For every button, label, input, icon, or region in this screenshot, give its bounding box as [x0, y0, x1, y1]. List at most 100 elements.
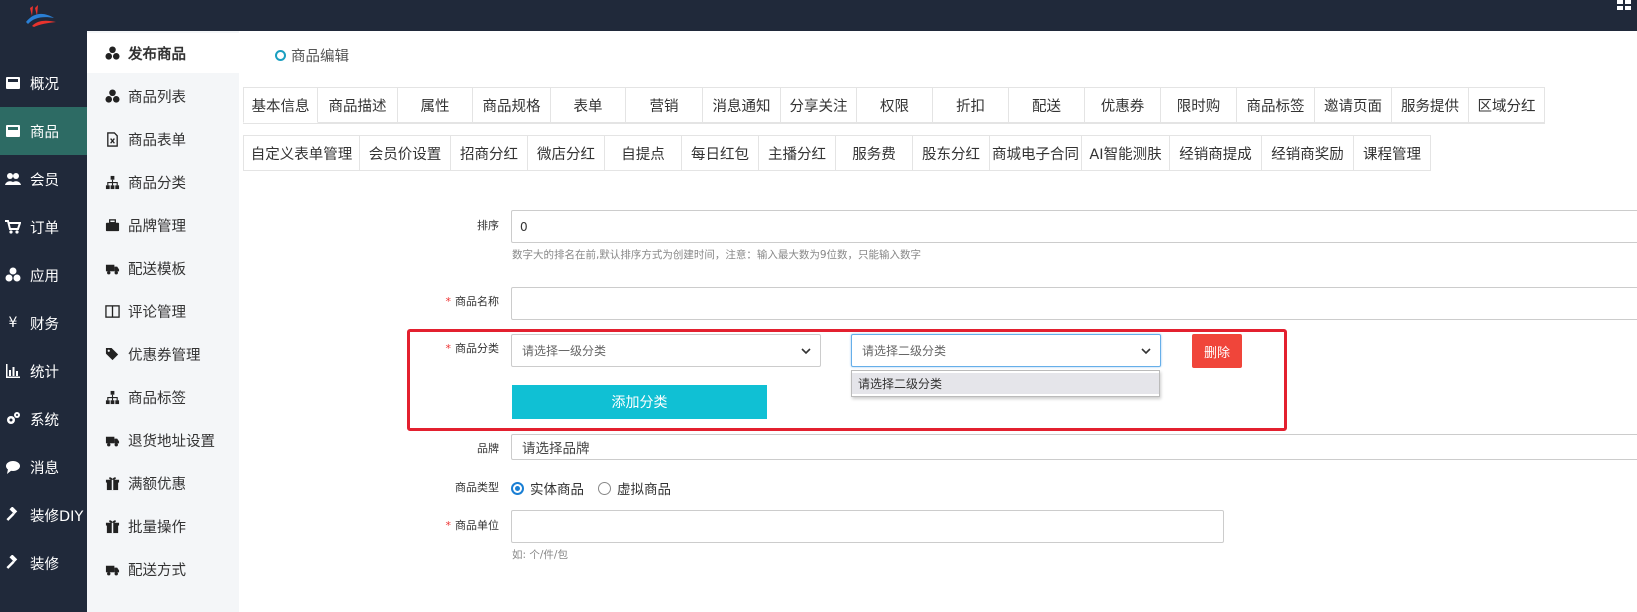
brand-logo[interactable]: [24, 4, 60, 28]
sort-input[interactable]: 0: [511, 210, 1637, 243]
subnav-label: 商品列表: [128, 89, 186, 106]
subnav-item-coupons[interactable]: 优惠券管理: [87, 334, 239, 374]
nav-item-apps[interactable]: 应用: [0, 251, 87, 299]
tab-flash-sale[interactable]: 限时购: [1161, 87, 1237, 123]
gift-icon: [104, 518, 120, 534]
product-name-label: * 商品名称: [445, 295, 500, 308]
product-type-radio-group: 实体商品 虚拟商品: [511, 478, 671, 498]
subnav-item-batch[interactable]: 批量操作: [87, 506, 239, 546]
tab-coupons[interactable]: 优惠券: [1085, 87, 1161, 123]
tab-service-provider[interactable]: 服务提供: [1392, 87, 1469, 123]
tab-dealer-reward[interactable]: 经销商奖励: [1262, 135, 1354, 171]
subnav-label: 优惠券管理: [128, 347, 201, 364]
category-level2-dropdown: 请选择二级分类: [851, 370, 1160, 397]
tab-permissions[interactable]: 权限: [857, 87, 933, 123]
unit-hint: 如: 个/件/包: [512, 549, 568, 561]
tab-microshop-dividend[interactable]: 微店分红: [528, 135, 605, 171]
subnav-item-return-address[interactable]: 退货地址设置: [87, 420, 239, 460]
nav-item-system[interactable]: 系统: [0, 395, 87, 443]
main-content: 商品编辑 基本信息 商品描述 属性 商品规格 表单 营销 消息通知 分享关注 权…: [239, 31, 1637, 612]
cubes-icon: [104, 88, 120, 104]
category-level2-select[interactable]: 请选择二级分类: [851, 334, 1161, 367]
grid-menu-icon[interactable]: [1617, 0, 1631, 10]
tab-description[interactable]: 商品描述: [318, 87, 398, 123]
tab-regional-dividend[interactable]: 区域分红: [1469, 87, 1545, 123]
subnav-label: 配送模板: [128, 261, 186, 278]
tab-notifications[interactable]: 消息通知: [703, 87, 781, 123]
breadcrumb: 商品编辑: [275, 45, 349, 66]
tab-specs[interactable]: 商品规格: [473, 87, 551, 123]
nav-label: 消息: [30, 460, 59, 477]
nav-item-messages[interactable]: 消息: [0, 443, 87, 491]
tab-discount[interactable]: 折扣: [933, 87, 1009, 123]
product-unit-label: * 商品单位: [445, 519, 500, 532]
subnav-item-delivery-method[interactable]: 配送方式: [87, 549, 239, 589]
tab-shareholder-dividend[interactable]: 股东分红: [913, 135, 990, 171]
add-category-button[interactable]: 添加分类: [512, 385, 767, 419]
nav-item-overview[interactable]: 概况: [0, 59, 87, 107]
subnav-item-product-list[interactable]: 商品列表: [87, 76, 239, 116]
nav-item-finance[interactable]: ¥ 财务: [0, 299, 87, 347]
subnav-item-product-tags[interactable]: 商品标签: [87, 377, 239, 417]
tags-icon: [104, 346, 120, 362]
tab-form[interactable]: 表单: [551, 87, 626, 123]
tab-invite-page[interactable]: 邀请页面: [1315, 87, 1392, 123]
radio-physical-product[interactable]: 实体商品: [511, 478, 584, 498]
tab-daily-redpacket[interactable]: 每日红包: [682, 135, 759, 171]
tab-share-follow[interactable]: 分享关注: [781, 87, 857, 123]
circle-icon: [275, 50, 286, 61]
nav-label: 会员: [30, 172, 59, 189]
chart-icon: [4, 362, 22, 380]
subnav-item-brand[interactable]: 品牌管理: [87, 205, 239, 245]
tab-member-price[interactable]: 会员价设置: [360, 135, 451, 171]
dropdown-option[interactable]: 请选择二级分类: [852, 373, 1159, 394]
subnav-item-publish[interactable]: 发布商品: [87, 33, 239, 73]
nav-label: 系统: [30, 412, 59, 429]
tab-row-secondary: 自定义表单管理 会员价设置 招商分红 微店分红 自提点 每日红包 主播分红 服务…: [243, 135, 1431, 171]
subnav-label: 满额优惠: [128, 476, 186, 493]
tab-ai-skin-test[interactable]: AI智能测肤: [1082, 135, 1170, 171]
radio-unchecked-icon: [598, 481, 611, 495]
briefcase-icon: [104, 217, 120, 233]
tab-merchant-dividend[interactable]: 招商分红: [451, 135, 528, 171]
subnav-label: 商品标签: [128, 390, 186, 407]
tab-e-contract[interactable]: 商城电子合同: [990, 135, 1082, 171]
subnav-item-product-form[interactable]: 商品表单: [87, 119, 239, 159]
subnav-item-category[interactable]: 商品分类: [87, 162, 239, 202]
gavel-icon: [4, 554, 22, 572]
tab-marketing[interactable]: 营销: [626, 87, 703, 123]
tab-attributes[interactable]: 属性: [398, 87, 473, 123]
nav-item-decoration[interactable]: 装修: [0, 539, 87, 587]
tab-delivery[interactable]: 配送: [1009, 87, 1085, 123]
tab-anchor-dividend[interactable]: 主播分红: [759, 135, 836, 171]
tab-service-fee[interactable]: 服务费: [836, 135, 913, 171]
nav-item-product[interactable]: 商品: [0, 107, 87, 155]
subnav-label: 批量操作: [128, 519, 186, 536]
secondary-sidebar: 发布商品 商品列表 商品表单 商品分类 品牌管理 配送模板 评论管理 优惠券管理…: [87, 31, 239, 612]
delete-category-button[interactable]: 删除: [1192, 334, 1242, 368]
nav-item-statistics[interactable]: 统计: [0, 347, 87, 395]
radio-checked-icon: [511, 481, 524, 495]
subnav-label: 品牌管理: [128, 218, 186, 235]
product-unit-input[interactable]: [511, 510, 1224, 543]
product-name-input[interactable]: [511, 287, 1637, 320]
nav-label: 应用: [30, 268, 59, 285]
nav-item-orders[interactable]: 订单: [0, 203, 87, 251]
category-level1-select[interactable]: 请选择一级分类: [511, 334, 821, 367]
tab-custom-form[interactable]: 自定义表单管理: [243, 135, 360, 171]
nav-label: 订单: [30, 220, 59, 237]
radio-virtual-product[interactable]: 虚拟商品: [598, 478, 671, 498]
nav-label: 商品: [30, 124, 59, 141]
nav-item-members[interactable]: 会员: [0, 155, 87, 203]
subnav-item-reviews[interactable]: 评论管理: [87, 291, 239, 331]
tab-dealer-commission[interactable]: 经销商提成: [1170, 135, 1262, 171]
tab-product-tags[interactable]: 商品标签: [1237, 87, 1315, 123]
subnav-item-shipping-template[interactable]: 配送模板: [87, 248, 239, 288]
chevron-down-icon: [801, 348, 811, 355]
brand-select[interactable]: 请选择品牌: [511, 434, 1637, 460]
tab-pickup-point[interactable]: 自提点: [605, 135, 682, 171]
nav-item-decoration-diy[interactable]: 装修DIY: [0, 491, 87, 539]
tab-course-management[interactable]: 课程管理: [1354, 135, 1431, 171]
subnav-item-full-discount[interactable]: 满额优惠: [87, 463, 239, 503]
tab-basic-info[interactable]: 基本信息: [243, 87, 318, 123]
